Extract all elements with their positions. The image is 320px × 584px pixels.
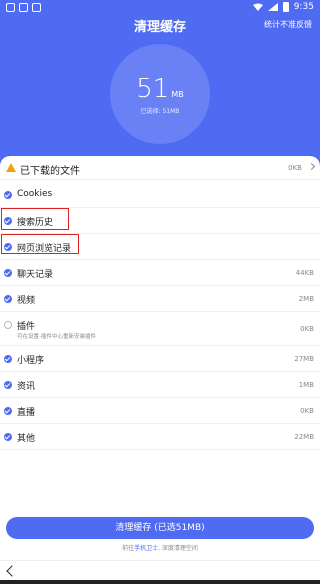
- checkbox-checked-icon[interactable]: [4, 433, 12, 441]
- item-subtitle: 可在设置-插件中心重新安装插件: [17, 334, 96, 340]
- cache-size-unit: MB: [171, 90, 184, 99]
- list-item-video[interactable]: 视频 2MB: [0, 286, 320, 312]
- checkbox-checked-icon[interactable]: [4, 355, 12, 363]
- notification-icon: [19, 3, 28, 12]
- item-size: 0KB: [300, 407, 314, 415]
- item-size: 2MB: [298, 295, 314, 303]
- feedback-link[interactable]: 统计不准反馈: [264, 19, 312, 30]
- warning-icon: [6, 163, 16, 172]
- selected-size-note: 已选择: 51MB: [140, 108, 180, 115]
- downloaded-files-size: 0KB: [288, 164, 302, 172]
- status-bar: 9:35: [0, 0, 320, 16]
- signal-icon: [267, 3, 278, 11]
- checkbox-checked-icon[interactable]: [4, 407, 12, 415]
- item-label: 聊天记录: [17, 270, 54, 280]
- item-label: 小程序: [17, 356, 45, 366]
- item-size: 0KB: [300, 325, 314, 333]
- item-size: 44KB: [295, 269, 314, 277]
- list-item-other[interactable]: 其他 22MB: [0, 424, 320, 450]
- item-size: 22MB: [294, 433, 314, 441]
- item-label: 直播: [17, 408, 36, 418]
- list-item-plugins[interactable]: 插件 可在设置-插件中心重新安装插件 0KB: [0, 312, 320, 346]
- footer-prefix: 前往: [122, 545, 135, 552]
- system-status: 9:35: [252, 2, 314, 12]
- downloaded-files-row[interactable]: 已下载的文件 0KB: [0, 156, 320, 180]
- status-time: 9:35: [293, 2, 314, 12]
- item-label: 资讯: [17, 382, 36, 392]
- battery-icon: [282, 2, 289, 12]
- checkbox-checked-icon[interactable]: [4, 295, 12, 303]
- downloaded-files-label: 已下载的文件: [20, 166, 80, 177]
- chevron-right-icon: [307, 162, 316, 171]
- item-size: 27MB: [294, 355, 314, 363]
- back-arrow-icon[interactable]: [6, 565, 18, 577]
- bottom-edge: [0, 580, 320, 584]
- cache-size-value: 51: [136, 74, 170, 104]
- wifi-icon: [252, 3, 263, 11]
- checkbox-unchecked-icon[interactable]: [4, 321, 12, 329]
- phone-guard-link[interactable]: 手机卫士: [134, 545, 158, 552]
- cache-size-circle: 51 MB 已选择: 51MB: [110, 44, 210, 144]
- list-item-cookies[interactable]: Cookies: [0, 182, 320, 208]
- footer-note: 前往手机卫士, 深度清理空间: [0, 543, 320, 552]
- item-size: 1MB: [298, 381, 314, 389]
- highlight-box-browsing-history: [1, 234, 79, 254]
- item-label: 视频: [17, 296, 36, 306]
- list-item-mini-programs[interactable]: 小程序 27MB: [0, 346, 320, 372]
- checkbox-checked-icon[interactable]: [4, 191, 12, 199]
- checkbox-checked-icon[interactable]: [4, 269, 12, 277]
- notification-icons: [6, 3, 41, 12]
- list-item-live[interactable]: 直播 0KB: [0, 398, 320, 424]
- list-item-chat-history[interactable]: 聊天记录 44KB: [0, 260, 320, 286]
- item-label: 其他: [17, 434, 36, 444]
- checkbox-checked-icon[interactable]: [4, 381, 12, 389]
- list-item-news[interactable]: 资讯 1MB: [0, 372, 320, 398]
- notification-icon: [32, 3, 41, 12]
- highlight-box-search-history: [1, 208, 69, 230]
- clean-cache-button[interactable]: 清理缓存 (已选51MB): [6, 517, 314, 539]
- item-label: Cookies: [17, 189, 53, 199]
- item-label: 插件: [17, 322, 36, 332]
- notification-icon: [6, 3, 15, 12]
- footer-suffix: , 深度清理空间: [158, 545, 198, 552]
